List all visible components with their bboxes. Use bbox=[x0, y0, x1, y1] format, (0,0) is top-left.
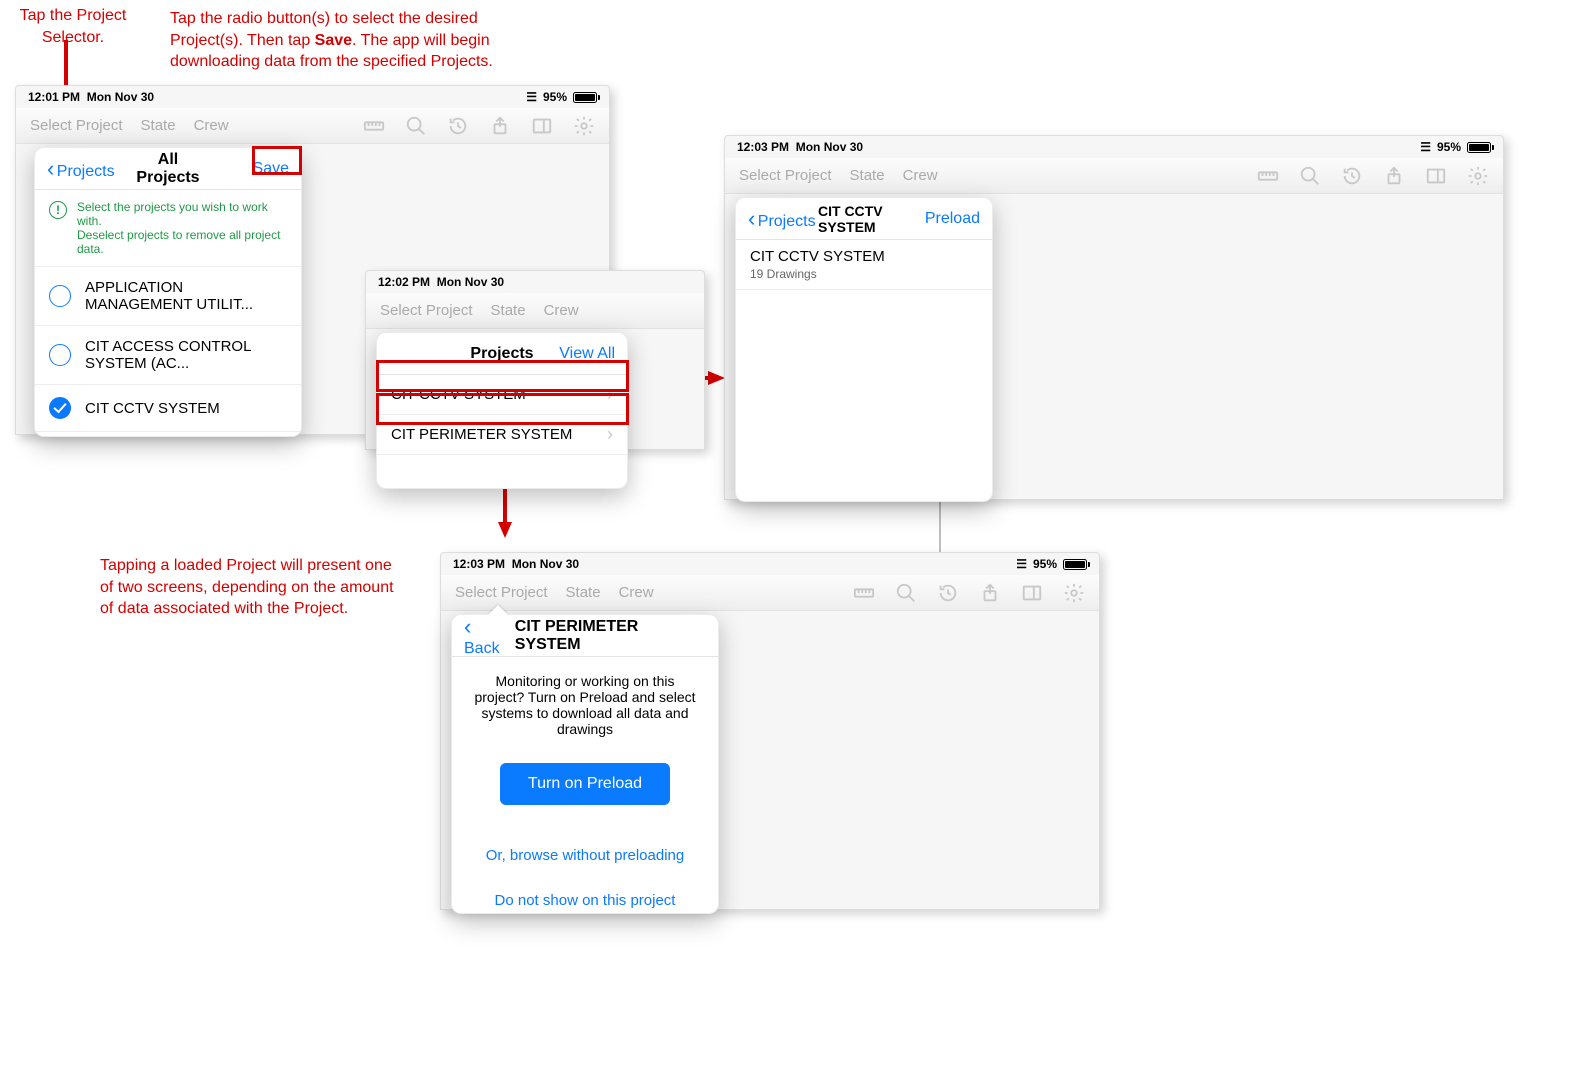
toolbar: Select Project State Crew bbox=[441, 575, 1099, 611]
status-time: 12:02 PM bbox=[378, 275, 430, 289]
status-date: Mon Nov 30 bbox=[796, 140, 863, 154]
crew-button[interactable]: Crew bbox=[903, 167, 938, 184]
panel-title: CIT CCTV SYSTEM bbox=[818, 203, 925, 235]
highlight-save bbox=[252, 146, 302, 175]
status-time: 12:03 PM bbox=[737, 140, 789, 154]
status-bar: 12:03 PM Mon Nov 30 ☰︎ 95% bbox=[441, 553, 1099, 575]
preload-panel: ‹ Back CIT PERIMETER SYSTEM Monitoring o… bbox=[451, 614, 719, 914]
project-detail-panel: ‹ Projects CIT CCTV SYSTEM Preload CIT C… bbox=[735, 197, 993, 502]
panel-icon[interactable] bbox=[531, 115, 553, 137]
project-row[interactable]: CIT CCTV SYSTEM 19 Drawings bbox=[736, 240, 992, 290]
info-icon: ! bbox=[49, 201, 67, 219]
panel-title: CIT PERIMETER SYSTEM bbox=[515, 618, 706, 654]
status-date: Mon Nov 30 bbox=[512, 557, 579, 571]
project-label: CIT CCTV SYSTEM bbox=[750, 248, 885, 265]
select-project-button[interactable]: Select Project bbox=[30, 117, 123, 134]
state-button[interactable]: State bbox=[491, 302, 526, 319]
search-icon[interactable] bbox=[405, 115, 427, 137]
project-label: CIT ACCESS CONTROL SYSTEM (AC... bbox=[85, 338, 287, 372]
battery-icon bbox=[573, 92, 597, 103]
ruler-icon[interactable] bbox=[363, 115, 385, 137]
project-label: CIT CCTV SYSTEM bbox=[85, 400, 220, 417]
project-row[interactable]: CIT COMPUTE SYSTEMS bbox=[35, 432, 301, 437]
panel-icon[interactable] bbox=[1425, 165, 1447, 187]
chevron-right-icon: › bbox=[607, 424, 613, 445]
status-time: 12:01 PM bbox=[28, 90, 80, 104]
radio-button[interactable] bbox=[49, 397, 71, 419]
status-date: Mon Nov 30 bbox=[437, 275, 504, 289]
turn-on-preload-button[interactable]: Turn on Preload bbox=[500, 763, 670, 805]
annotation-line: Tap the radio button(s) to select the de… bbox=[170, 8, 493, 30]
project-label: CIT PERIMETER SYSTEM bbox=[391, 426, 572, 443]
radio-button[interactable] bbox=[49, 285, 71, 307]
project-row[interactable]: CIT ACCESS CONTROL SYSTEM (AC... bbox=[35, 326, 301, 385]
highlight-row-perimeter bbox=[376, 393, 629, 425]
status-bar: 12:02 PM Mon Nov 30 bbox=[366, 271, 704, 293]
annotation-line: Project(s). Then tap Save. The app will … bbox=[170, 30, 493, 52]
back-projects-button[interactable]: ‹ Projects bbox=[47, 156, 125, 182]
state-button[interactable]: State bbox=[850, 167, 885, 184]
ruler-icon[interactable] bbox=[1257, 165, 1279, 187]
select-project-button[interactable]: Select Project bbox=[455, 584, 548, 601]
device-3: 12:03 PM Mon Nov 30 ☰︎ 95% Select Projec… bbox=[724, 135, 1504, 500]
do-not-show-link[interactable]: Do not show on this project bbox=[452, 892, 718, 909]
gear-icon[interactable] bbox=[1063, 582, 1085, 604]
toolbar: Select Project State Crew bbox=[725, 158, 1503, 194]
search-icon[interactable] bbox=[1299, 165, 1321, 187]
annotation-tap-radio: Tap the radio button(s) to select the de… bbox=[170, 8, 493, 73]
panel-icon[interactable] bbox=[1021, 582, 1043, 604]
project-row[interactable]: CIT CCTV SYSTEM bbox=[35, 385, 301, 432]
annotation-line: of data associated with the Project. bbox=[100, 598, 394, 620]
gear-icon[interactable] bbox=[1467, 165, 1489, 187]
toolbar: Select Project State Crew bbox=[366, 293, 704, 329]
project-subtitle: 19 Drawings bbox=[750, 267, 885, 281]
preload-description: Monitoring or working on this project? T… bbox=[452, 657, 718, 737]
wifi-icon: ☰︎ bbox=[526, 90, 537, 104]
device-4: 12:03 PM Mon Nov 30 ☰︎ 95% Select Projec… bbox=[440, 552, 1100, 910]
search-icon[interactable] bbox=[895, 582, 917, 604]
crew-button[interactable]: Crew bbox=[544, 302, 579, 319]
history-icon[interactable] bbox=[937, 582, 959, 604]
radio-button[interactable] bbox=[49, 344, 71, 366]
toolbar: Select Project State Crew bbox=[16, 108, 609, 144]
annotation-line: downloading data from the specified Proj… bbox=[170, 51, 493, 73]
share-icon[interactable] bbox=[979, 582, 1001, 604]
annotation-line: Tapping a loaded Project will present on… bbox=[100, 555, 394, 577]
all-projects-panel: ‹ Projects All Projects Save ! Select th… bbox=[34, 147, 302, 437]
wifi-icon: ☰︎ bbox=[1016, 557, 1027, 571]
share-icon[interactable] bbox=[1383, 165, 1405, 187]
gear-icon[interactable] bbox=[573, 115, 595, 137]
highlight-row-cctv bbox=[376, 360, 629, 392]
ruler-icon[interactable] bbox=[853, 582, 875, 604]
crew-button[interactable]: Crew bbox=[619, 584, 654, 601]
status-bar: 12:01 PM Mon Nov 30 ☰︎ 95% bbox=[16, 86, 609, 108]
back-projects-button[interactable]: ‹ Projects bbox=[748, 206, 818, 232]
preload-button[interactable]: Preload bbox=[925, 210, 980, 228]
history-icon[interactable] bbox=[447, 115, 469, 137]
project-row[interactable]: APPLICATION MANAGEMENT UTILIT... bbox=[35, 267, 301, 326]
back-button[interactable]: ‹ Back bbox=[464, 614, 509, 658]
status-date: Mon Nov 30 bbox=[87, 90, 154, 104]
select-project-button[interactable]: Select Project bbox=[739, 167, 832, 184]
wifi-icon: ☰︎ bbox=[1420, 140, 1431, 154]
battery-pct: 95% bbox=[543, 90, 567, 104]
battery-icon bbox=[1467, 142, 1491, 153]
annotation-tap-loaded: Tapping a loaded Project will present on… bbox=[100, 555, 394, 620]
project-label: APPLICATION MANAGEMENT UTILIT... bbox=[85, 279, 287, 313]
annotation-line: of two screens, depending on the amount bbox=[100, 577, 394, 599]
state-button[interactable]: State bbox=[566, 584, 601, 601]
state-button[interactable]: State bbox=[141, 117, 176, 134]
battery-pct: 95% bbox=[1437, 140, 1461, 154]
crew-button[interactable]: Crew bbox=[194, 117, 229, 134]
share-icon[interactable] bbox=[489, 115, 511, 137]
panel-title: All Projects bbox=[125, 151, 211, 187]
select-project-button[interactable]: Select Project bbox=[380, 302, 473, 319]
battery-pct: 95% bbox=[1033, 557, 1057, 571]
status-time: 12:03 PM bbox=[453, 557, 505, 571]
status-bar: 12:03 PM Mon Nov 30 ☰︎ 95% bbox=[725, 136, 1503, 158]
browse-without-preload-link[interactable]: Or, browse without preloading bbox=[452, 847, 718, 864]
history-icon[interactable] bbox=[1341, 165, 1363, 187]
battery-icon bbox=[1063, 559, 1087, 570]
